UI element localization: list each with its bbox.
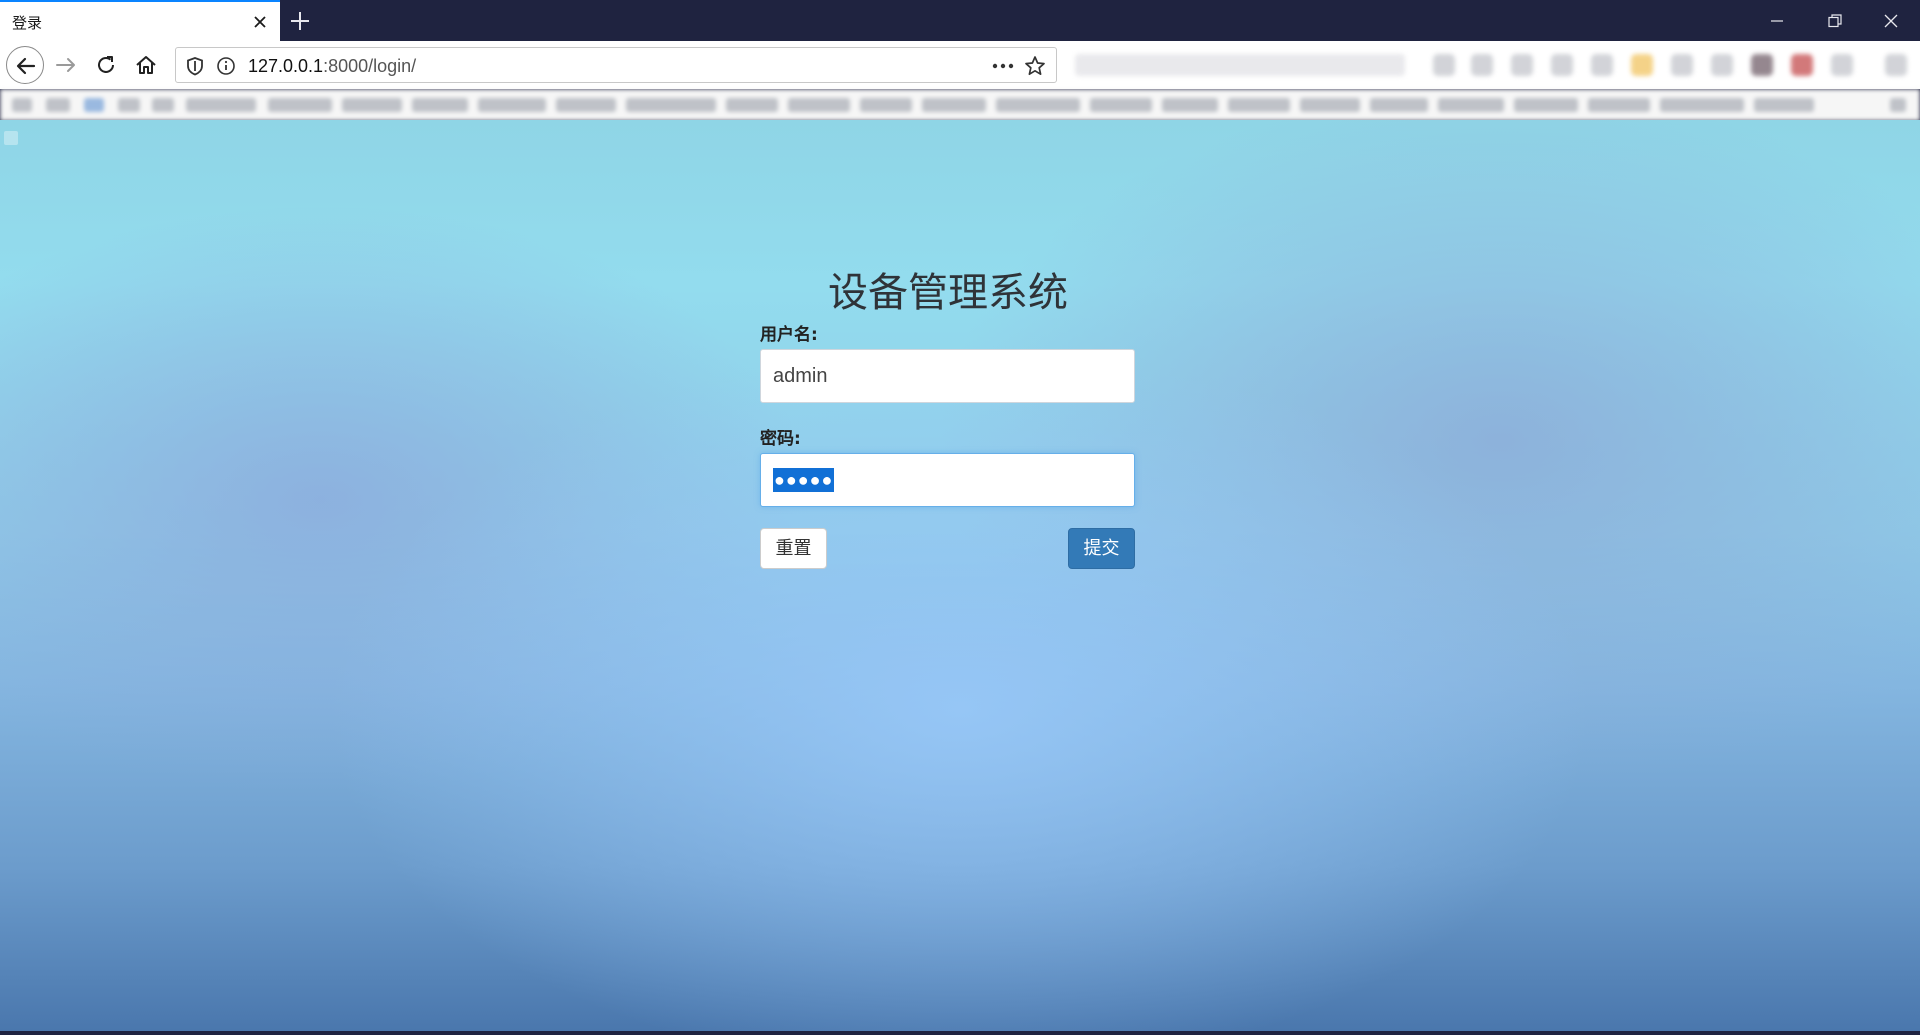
- minimize-icon[interactable]: [1748, 0, 1806, 41]
- bookmark-item[interactable]: [556, 98, 616, 112]
- bookmark-item[interactable]: [726, 98, 778, 112]
- bookmark-item[interactable]: [1162, 98, 1218, 112]
- toolbar-icon[interactable]: [1591, 54, 1613, 76]
- toolbar-icon[interactable]: [1831, 54, 1853, 76]
- bookmark-item[interactable]: [478, 98, 546, 112]
- bookmark-item[interactable]: [12, 98, 32, 112]
- url-host: 127.0.0.1: [248, 56, 324, 76]
- reload-icon[interactable]: [94, 53, 118, 77]
- bookmark-item[interactable]: [1660, 98, 1744, 112]
- url-text[interactable]: 127.0.0.1:8000/login/: [248, 56, 416, 77]
- bookmark-item[interactable]: [860, 98, 912, 112]
- username-label: 用户名:: [760, 325, 818, 345]
- toolbar-icon[interactable]: [1433, 54, 1455, 76]
- blurred-extensions-area: [1065, 49, 1915, 81]
- bookmark-item[interactable]: [626, 98, 716, 112]
- bookmark-item[interactable]: [788, 98, 850, 112]
- bookmark-item[interactable]: [1370, 98, 1428, 112]
- new-tab-icon[interactable]: [287, 8, 313, 34]
- page-title: 设备管理系统: [828, 270, 1068, 316]
- restore-icon[interactable]: [1806, 0, 1864, 41]
- bookmark-item[interactable]: [996, 98, 1080, 112]
- toolbar-icon[interactable]: [1671, 54, 1693, 76]
- address-bar[interactable]: 127.0.0.1:8000/login/: [175, 47, 1057, 83]
- toolbar-icon[interactable]: [1751, 54, 1773, 76]
- bookmark-item[interactable]: [1228, 98, 1290, 112]
- bookmark-item[interactable]: [412, 98, 468, 112]
- password-input[interactable]: ●●●●●: [760, 453, 1135, 507]
- reset-button[interactable]: 重置: [760, 528, 827, 569]
- toolbar-icon[interactable]: [1631, 54, 1653, 76]
- back-button[interactable]: [6, 46, 44, 84]
- tab-login[interactable]: 登录: [0, 0, 280, 41]
- bookmark-item[interactable]: [152, 98, 174, 112]
- bookmark-item[interactable]: [1754, 98, 1814, 112]
- bookmark-item[interactable]: [1090, 98, 1152, 112]
- bookmark-item[interactable]: [1438, 98, 1504, 112]
- password-mask: ●●●●●: [773, 468, 835, 492]
- bookmark-item[interactable]: [1588, 98, 1650, 112]
- bookmarks-bar: [0, 89, 1920, 121]
- close-icon[interactable]: [250, 12, 270, 32]
- toolbar-icon[interactable]: [1791, 54, 1813, 76]
- bookmark-item[interactable]: [922, 98, 986, 112]
- username-input[interactable]: admin: [760, 349, 1135, 403]
- forward-icon[interactable]: [54, 53, 78, 77]
- bookmark-item[interactable]: [1300, 98, 1360, 112]
- info-icon[interactable]: [216, 56, 236, 81]
- bookmark-item[interactable]: [1514, 98, 1578, 112]
- url-path: :8000/login/: [323, 56, 417, 76]
- shield-icon[interactable]: [186, 56, 204, 81]
- page-corner-square: [4, 131, 18, 145]
- search-box[interactable]: [1075, 54, 1405, 76]
- toolbar-icon[interactable]: [1711, 54, 1733, 76]
- home-icon[interactable]: [134, 53, 158, 77]
- bookmark-overflow-icon[interactable]: [1890, 98, 1906, 112]
- arrow-left-icon: [16, 57, 36, 75]
- bookmark-item[interactable]: [118, 98, 140, 112]
- navigation-bar: 127.0.0.1:8000/login/: [0, 41, 1920, 89]
- bookmark-item[interactable]: [46, 98, 70, 112]
- taskbar-strip: [0, 1031, 1920, 1035]
- bookmark-item[interactable]: [186, 98, 256, 112]
- username-value: admin: [773, 365, 828, 387]
- bookmark-item[interactable]: [342, 98, 402, 112]
- toolbar-icon[interactable]: [1471, 54, 1493, 76]
- close-window-icon[interactable]: [1862, 0, 1920, 41]
- menu-icon[interactable]: [1885, 54, 1907, 76]
- bookmark-item[interactable]: [84, 98, 104, 112]
- tab-title: 登录: [12, 15, 43, 32]
- tab-bar: 登录: [0, 0, 1920, 41]
- bookmark-item[interactable]: [268, 98, 332, 112]
- toolbar-icon[interactable]: [1551, 54, 1573, 76]
- page-background: [0, 120, 1920, 1031]
- password-label: 密码:: [760, 429, 801, 449]
- more-icon[interactable]: [992, 57, 1014, 80]
- star-icon[interactable]: [1024, 55, 1046, 82]
- toolbar-icon[interactable]: [1511, 54, 1533, 76]
- submit-button[interactable]: 提交: [1068, 528, 1135, 569]
